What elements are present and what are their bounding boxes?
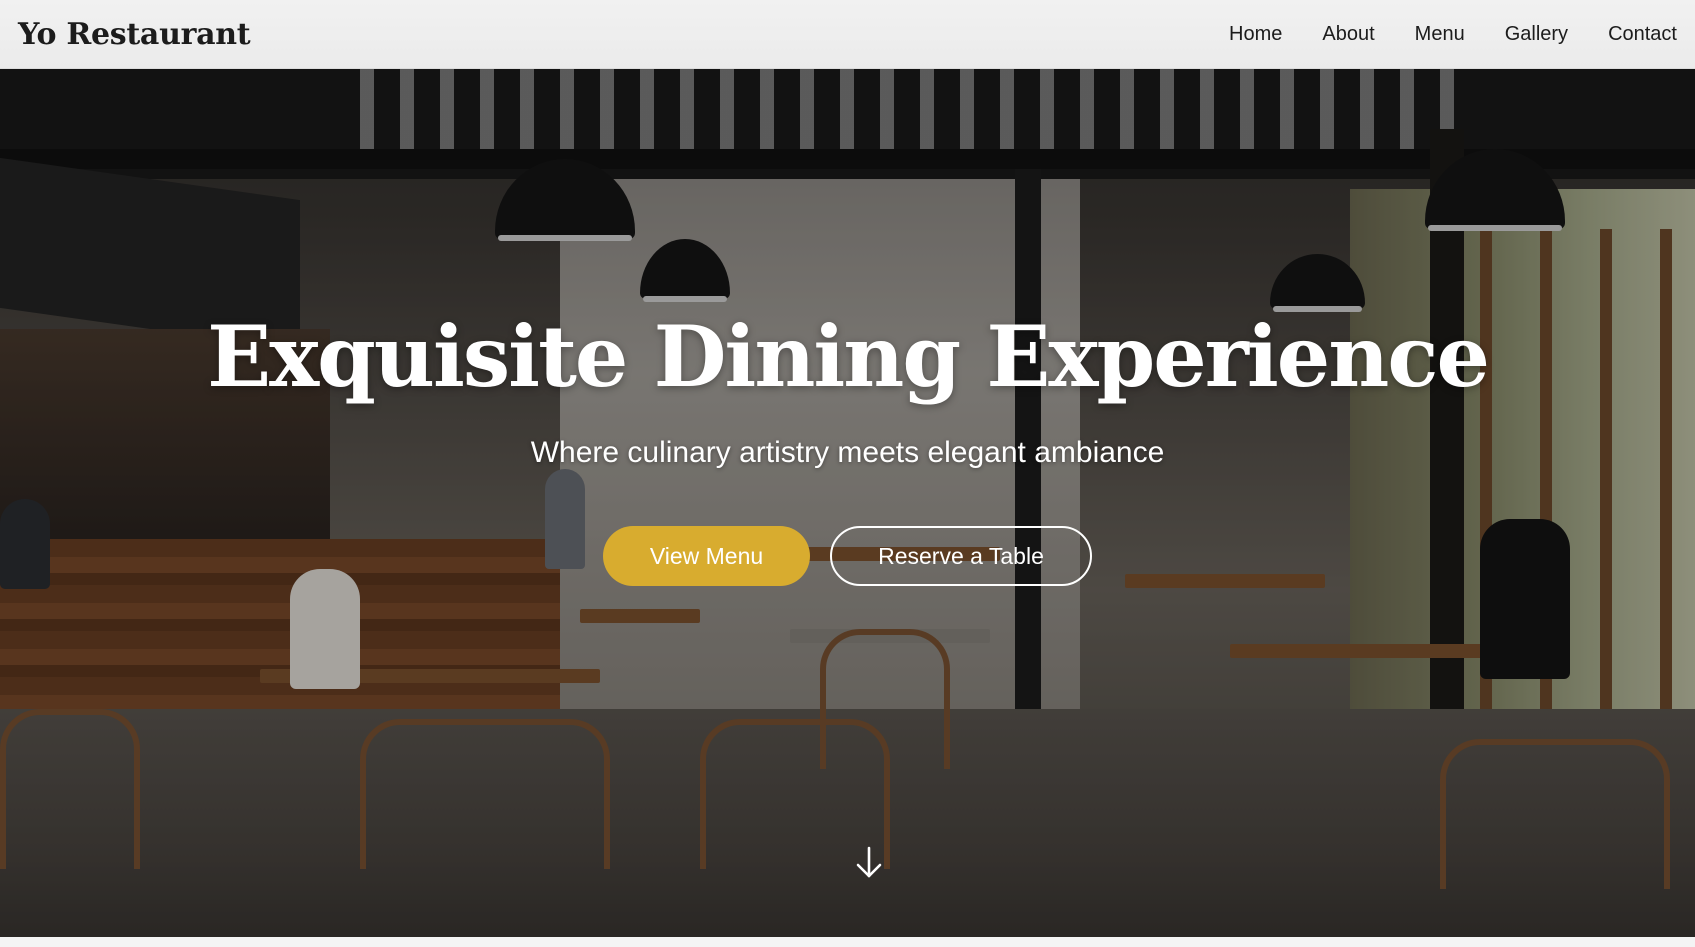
nav-link-gallery[interactable]: Gallery	[1505, 23, 1568, 46]
hero-buttons: View Menu Reserve a Table	[603, 526, 1092, 586]
nav-link-menu[interactable]: Menu	[1415, 23, 1465, 46]
hero-title: Exquisite Dining Experience	[207, 307, 1490, 406]
page-bottom-edge	[0, 937, 1695, 947]
nav-link-home[interactable]: Home	[1229, 23, 1282, 46]
brand-logo[interactable]: Yo Restaurant	[18, 17, 251, 52]
nav-link-contact[interactable]: Contact	[1608, 23, 1677, 46]
hero-subtitle: Where culinary artistry meets elegant am…	[530, 436, 1165, 469]
navbar: Yo Restaurant Home About Menu Gallery Co…	[0, 0, 1695, 69]
reserve-table-button[interactable]: Reserve a Table	[830, 526, 1092, 586]
arrow-down-icon[interactable]	[854, 845, 884, 881]
view-menu-button[interactable]: View Menu	[603, 526, 810, 586]
hero-content: Exquisite Dining Experience Where culina…	[0, 69, 1695, 937]
hero-section: Exquisite Dining Experience Where culina…	[0, 69, 1695, 937]
main-nav: Home About Menu Gallery Contact	[1229, 23, 1677, 46]
nav-link-about[interactable]: About	[1322, 23, 1374, 46]
